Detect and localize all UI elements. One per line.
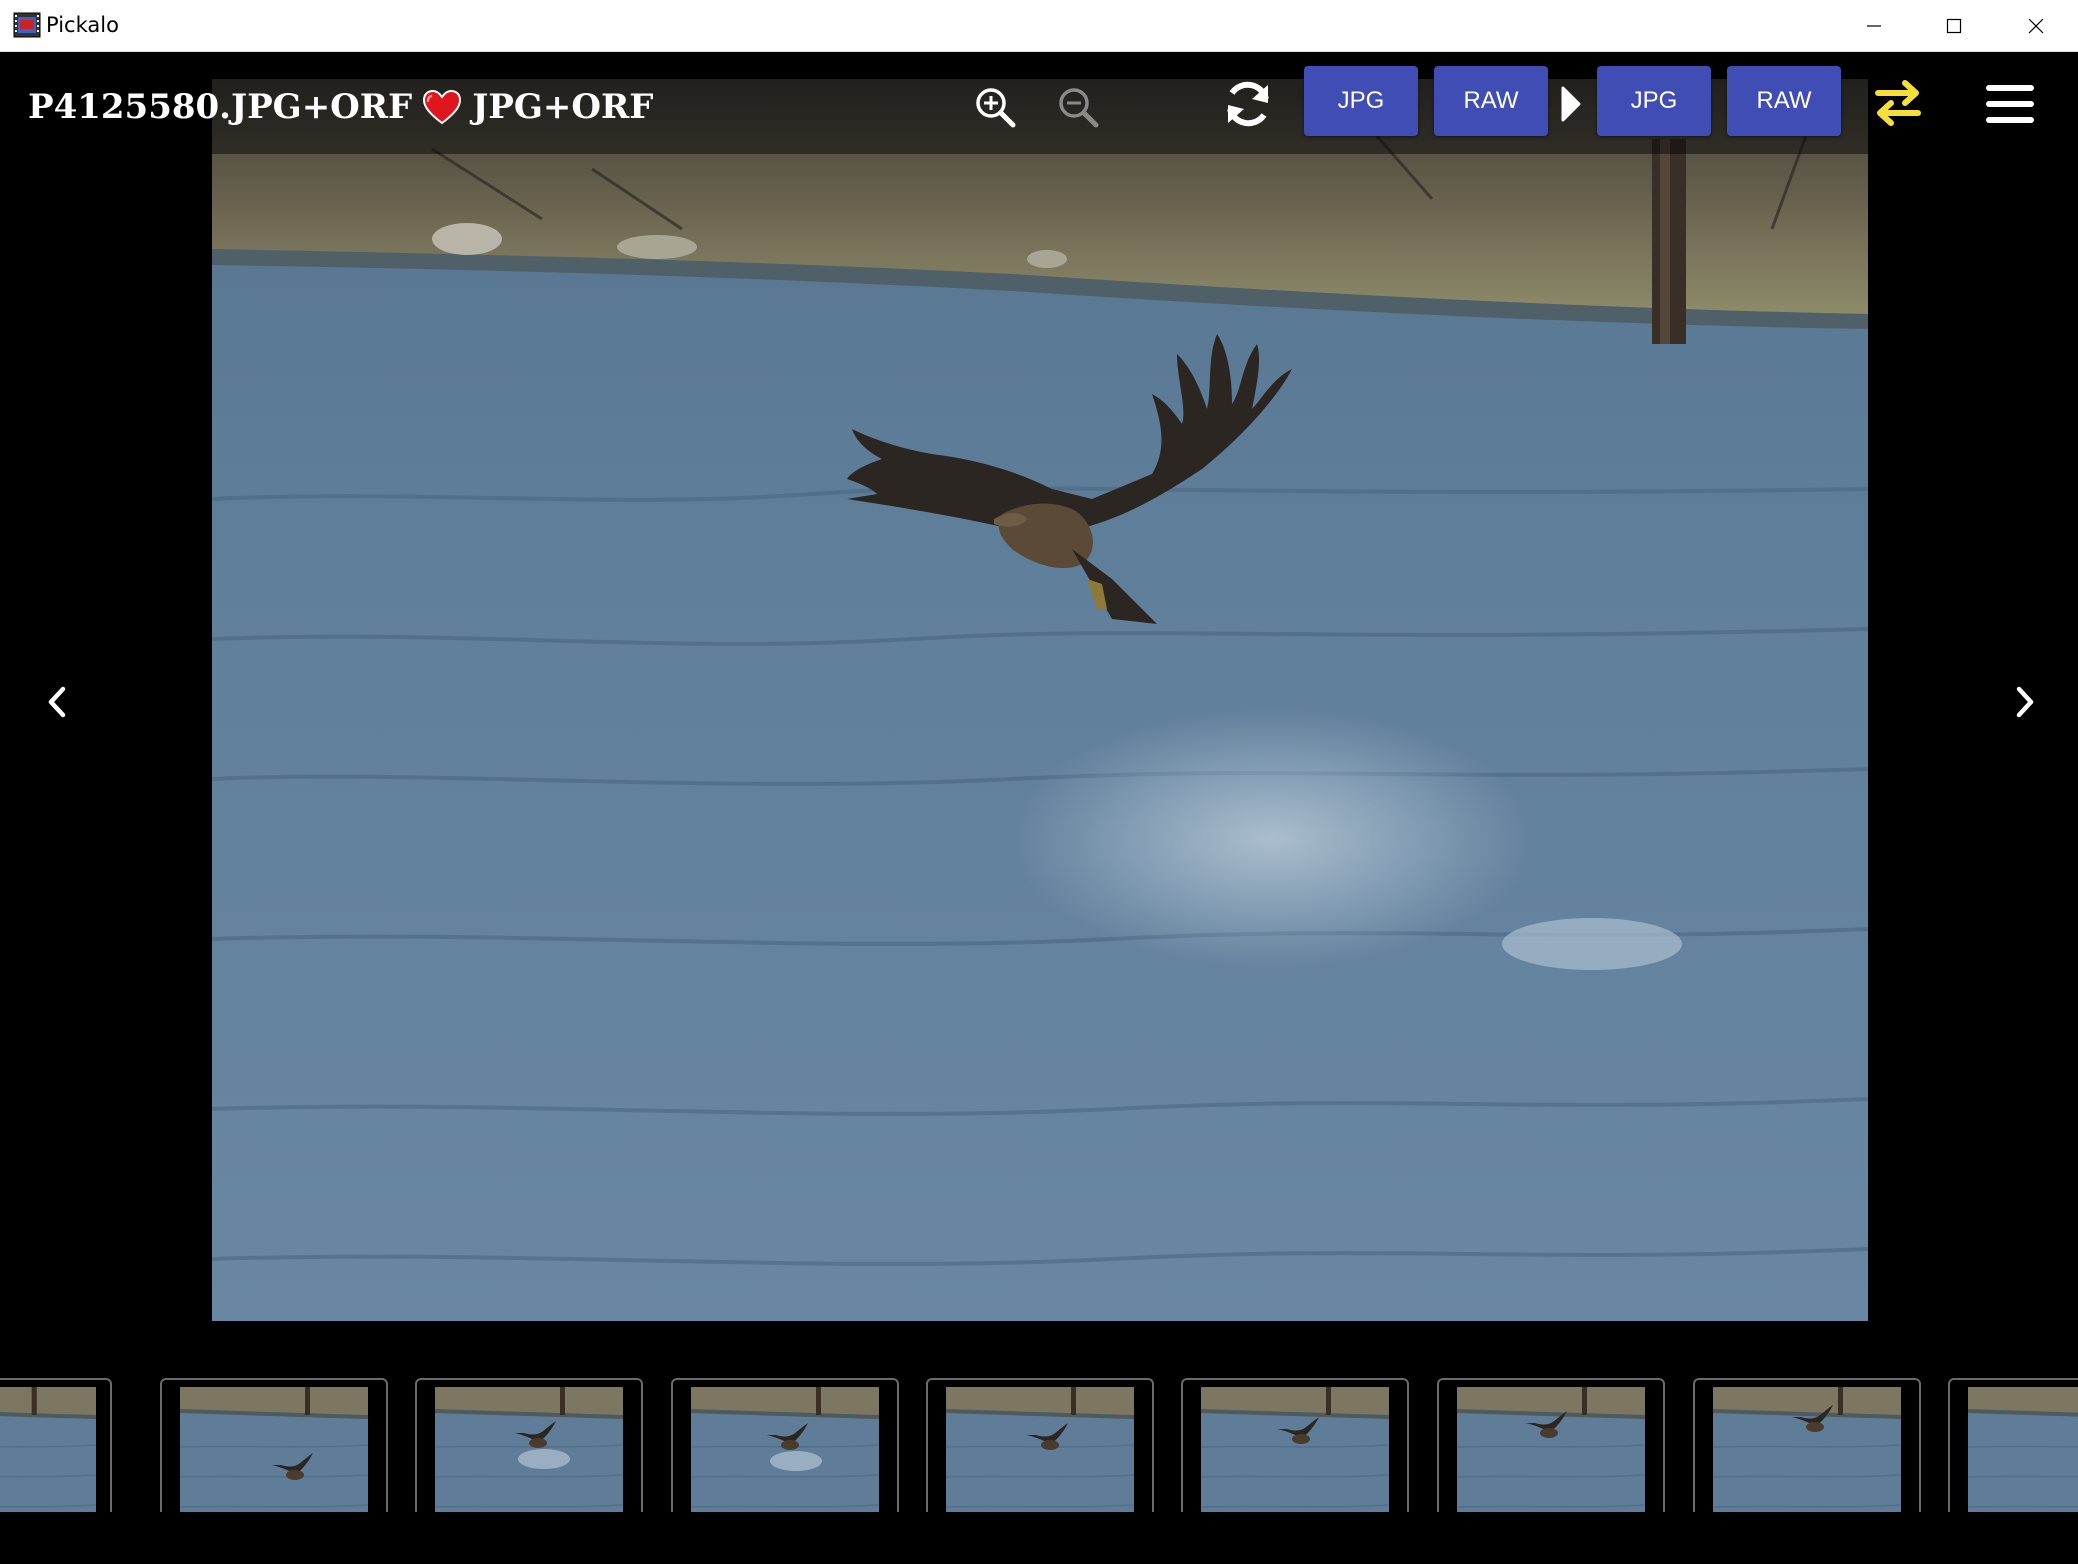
swap-icon — [1875, 80, 1921, 126]
maximize-icon — [1946, 18, 1962, 34]
minimize-button[interactable] — [1834, 0, 1914, 52]
main-photo[interactable] — [212, 79, 1868, 1321]
window-title-bar: Pickalo — [0, 0, 2078, 52]
zoom-out-icon — [1059, 88, 1099, 128]
thumbnail-image — [1713, 1387, 1901, 1512]
hamburger-menu-icon — [1986, 85, 2034, 123]
thumbnail[interactable] — [160, 1378, 388, 1512]
maximize-button[interactable] — [1914, 0, 1994, 52]
close-button[interactable] — [1996, 0, 2076, 52]
window-title: Pickalo — [46, 13, 119, 37]
chevron-right-icon — [2016, 686, 2034, 718]
thumbnail[interactable] — [926, 1378, 1154, 1512]
source-raw-button[interactable]: RAW — [1434, 66, 1548, 136]
close-icon — [2028, 18, 2044, 34]
thumbnail-image — [1968, 1387, 2078, 1512]
file-format: JPG+ORF — [472, 87, 654, 127]
zoom-in-button[interactable] — [970, 82, 1020, 132]
chevron-left-icon — [48, 686, 66, 718]
thumbnail-image — [0, 1387, 96, 1512]
target-jpg-button[interactable]: JPG — [1597, 66, 1711, 136]
thumbnail[interactable] — [415, 1378, 643, 1512]
thumbnail[interactable] — [671, 1378, 899, 1512]
eagle-photo-image — [212, 79, 1868, 1321]
target-raw-button[interactable]: RAW — [1727, 66, 1841, 136]
heart-icon[interactable] — [422, 89, 462, 125]
refresh-button[interactable] — [1218, 74, 1278, 134]
minimize-icon — [1867, 25, 1881, 27]
menu-button[interactable] — [1980, 74, 2040, 134]
file-name: P4125580.JPG+ORF — [28, 87, 413, 127]
thumbnail[interactable] — [0, 1378, 112, 1512]
thumbnail[interactable] — [1181, 1378, 1409, 1512]
app-film-icon — [13, 12, 41, 38]
next-image-button[interactable] — [2000, 672, 2050, 732]
thumbnail-image — [1457, 1387, 1645, 1512]
thumbnail-image — [691, 1387, 879, 1512]
zoom-in-icon — [976, 88, 1016, 128]
previous-image-button[interactable] — [32, 672, 82, 732]
thumbnail[interactable] — [1437, 1378, 1665, 1512]
refresh-icon — [1227, 81, 1269, 127]
thumbnail-image — [435, 1387, 623, 1512]
filmstrip — [0, 1326, 2078, 1512]
file-title: P4125580.JPG+ORF JPG+ORF — [28, 82, 653, 132]
thumbnail-image — [180, 1387, 368, 1512]
thumbnail-image — [1201, 1387, 1389, 1512]
thumbnail-image — [946, 1387, 1134, 1512]
swap-button[interactable] — [1870, 74, 1926, 130]
source-jpg-button[interactable]: JPG — [1304, 66, 1418, 136]
image-viewer: P4125580.JPG+ORF JPG+ORF JPG RAW JPG RAW — [0, 52, 2078, 1564]
thumbnail[interactable] — [1948, 1378, 2078, 1512]
play-arrow-icon — [1560, 84, 1584, 124]
thumbnail[interactable] — [1693, 1378, 1921, 1512]
zoom-out-button[interactable] — [1053, 82, 1103, 132]
